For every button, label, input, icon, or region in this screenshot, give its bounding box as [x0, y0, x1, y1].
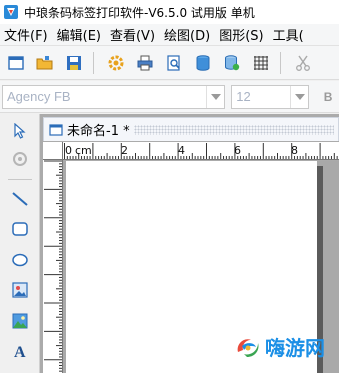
printer-icon: [137, 55, 153, 70]
new-document-button[interactable]: [3, 50, 29, 76]
font-size-select[interactable]: 12: [231, 84, 310, 109]
new-document-icon: [8, 55, 24, 70]
ruler-label-4: 4: [178, 144, 185, 157]
ruler-unit-label: cm: [75, 144, 92, 157]
database-icon: [196, 54, 210, 71]
toolbar-separator: [93, 51, 94, 74]
menu-view[interactable]: 查看(V): [106, 25, 160, 44]
pointer-icon: [14, 123, 26, 139]
menu-tools[interactable]: 工具(: [269, 25, 309, 44]
database-settings-icon: [225, 54, 240, 70]
grid-button[interactable]: [248, 50, 274, 76]
menu-shape[interactable]: 图形(S): [215, 25, 268, 44]
vertical-ruler: [43, 160, 63, 373]
vertical-ruler-ticks: [44, 160, 62, 372]
watermark-logo-icon: [237, 338, 259, 357]
ellipse-icon: [12, 253, 28, 267]
ruler-corner: [43, 142, 63, 160]
picture-icon: [12, 313, 28, 329]
database-settings-button[interactable]: [219, 50, 245, 76]
image-icon: [12, 282, 28, 298]
line-icon: [12, 192, 28, 206]
chevron-down-icon[interactable]: [206, 85, 224, 108]
ruler-label-0: 0: [65, 144, 72, 157]
line-tool-button[interactable]: [7, 186, 33, 212]
bold-button[interactable]: B: [317, 85, 339, 109]
picture-tool-button[interactable]: [7, 308, 33, 334]
main-toolbar: [0, 46, 339, 80]
font-size-value: 12: [236, 89, 251, 104]
document-tab[interactable]: 未命名-1 *: [43, 117, 339, 141]
palette-separator: [8, 179, 32, 180]
document-tab-label: 未命名-1 *: [67, 124, 130, 139]
horizontal-ruler-ticks: 0 cm 2 4 6 8: [64, 143, 338, 159]
font-family-value: Agency FB: [7, 89, 71, 104]
tool-palette: A: [0, 114, 40, 373]
window-title: 中琅条码标签打印软件-V6.5.0 试用版 单机: [24, 5, 255, 20]
image-tool-button[interactable]: [7, 277, 33, 303]
save-icon: [67, 55, 81, 70]
scissors-icon: [296, 55, 310, 71]
rounded-rectangle-icon: [12, 222, 28, 236]
open-folder-icon: [36, 55, 53, 69]
rectangle-tool-button[interactable]: [7, 216, 33, 242]
grid-icon: [254, 55, 268, 70]
site-watermark: 嗨游网: [234, 332, 325, 361]
database-button[interactable]: [190, 50, 216, 76]
save-button[interactable]: [61, 50, 87, 76]
pointer-tool-button[interactable]: [7, 118, 33, 144]
menu-file[interactable]: 文件(F): [0, 25, 53, 44]
open-button[interactable]: [32, 50, 58, 76]
chevron-down-icon[interactable]: [290, 85, 308, 108]
ruler-label-2: 2: [121, 144, 128, 157]
document-icon: [49, 123, 63, 136]
menu-edit[interactable]: 编辑(E): [53, 25, 106, 44]
rotate-icon: [13, 152, 27, 166]
font-family-select[interactable]: Agency FB: [2, 84, 226, 109]
gear-icon: [108, 55, 124, 70]
tab-gripper: [133, 124, 334, 135]
ruler-label-8: 8: [291, 144, 298, 157]
horizontal-ruler: 0 cm 2 4 6 8: [63, 142, 339, 160]
ellipse-tool-button[interactable]: [7, 247, 33, 273]
app-logo-icon: [4, 5, 18, 19]
menu-bar: 文件(F) 编辑(E) 查看(V) 绘图(D) 图形(S) 工具(: [0, 24, 339, 46]
cut-button[interactable]: [290, 50, 316, 76]
font-toolbar: Agency FB 12 B: [0, 81, 339, 113]
settings-button[interactable]: [103, 50, 129, 76]
menu-draw[interactable]: 绘图(D): [160, 25, 215, 44]
print-preview-icon: [167, 54, 180, 71]
text-tool-button[interactable]: A: [7, 338, 33, 364]
toolbar-separator: [280, 51, 281, 74]
rotate-tool-button[interactable]: [7, 146, 33, 172]
svg-text:A: A: [14, 344, 26, 360]
print-preview-button[interactable]: [161, 50, 187, 76]
title-bar: 中琅条码标签打印软件-V6.5.0 试用版 单机: [0, 0, 339, 24]
ruler-label-6: 6: [234, 144, 241, 157]
watermark-text: 嗨游网: [265, 336, 325, 360]
text-icon: A: [14, 344, 26, 360]
print-button[interactable]: [132, 50, 158, 76]
